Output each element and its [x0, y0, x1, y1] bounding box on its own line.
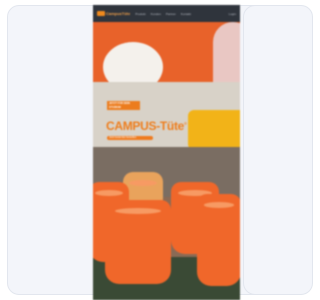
- hero-trademark: ®: [184, 121, 187, 126]
- hero-section: JETZT FÜR DEIN STUDIUM CAMPUS-Tüte® Jetz…: [93, 22, 240, 300]
- nav-item-kunden[interactable]: Kunden: [151, 12, 161, 16]
- hero-cta-label: Jetzt kostenlos bestellen: [109, 136, 137, 139]
- hero-cta-button[interactable]: Jetzt kostenlos bestellen: [107, 136, 153, 140]
- phone-screenshot: CampusTüte Produkt Kunden Partner Kontak…: [93, 5, 240, 300]
- hero-badge-line-2: STUDIUM: [109, 105, 121, 109]
- hero-title: CAMPUS-Tüte®: [106, 119, 187, 133]
- logo-icon: [97, 11, 105, 16]
- nav-item-login[interactable]: Login: [229, 12, 236, 16]
- hero-title-text: CAMPUS-Tüte: [106, 119, 185, 133]
- logo-text: CampusTüte: [106, 11, 131, 16]
- nav-item-partner[interactable]: Partner: [166, 12, 176, 16]
- hero-badge: JETZT FÜR DEIN STUDIUM: [107, 101, 140, 110]
- nav-item-kontakt[interactable]: Kontakt: [181, 12, 191, 16]
- card-right: [243, 5, 313, 295]
- logo[interactable]: CampusTüte: [97, 11, 130, 16]
- nav-item-produkt[interactable]: Produkt: [135, 12, 145, 16]
- navbar: CampusTüte Produkt Kunden Partner Kontak…: [93, 5, 240, 22]
